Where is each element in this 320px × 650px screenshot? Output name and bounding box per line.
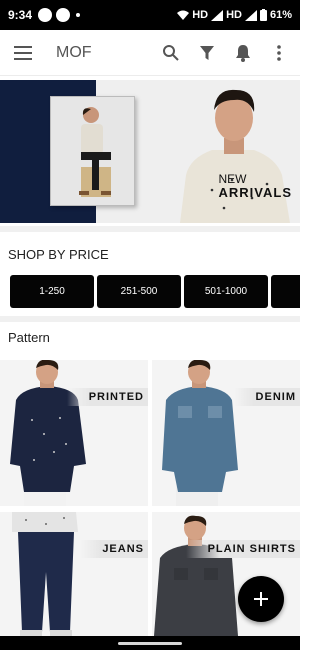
divider <box>0 226 300 232</box>
app-notification-icon <box>38 8 53 22</box>
pattern-tile-plain-shirts[interactable]: PLAIN SHIRTS <box>152 512 300 636</box>
tile-label: JEANS <box>80 540 148 558</box>
shop-by-price-title: SHOP BY PRICE <box>8 247 109 262</box>
price-range-button[interactable]: 251-500 <box>97 275 181 308</box>
promo-banner[interactable]: NEW ARRIVALS <box>0 80 300 223</box>
app-notification-icon-2 <box>56 8 71 22</box>
banner-photo-card <box>50 96 135 206</box>
price-range-button[interactable]: 1-250 <box>10 275 94 308</box>
model-portrait-image <box>180 89 290 223</box>
more-notifications-dot-icon <box>76 13 81 17</box>
filter-icon[interactable] <box>196 42 218 64</box>
model-printed-image <box>10 360 86 506</box>
app-title: MOF <box>56 43 92 61</box>
tile-label: PRINTED <box>66 388 148 406</box>
system-nav-bar <box>0 636 300 650</box>
wifi-icon <box>177 10 190 20</box>
plus-icon <box>254 592 268 606</box>
signal-icon-2 <box>244 9 257 21</box>
menu-icon[interactable] <box>14 45 32 60</box>
model-plain-shirt-image <box>154 515 238 636</box>
signal-icon <box>211 9 224 21</box>
banner-line1: NEW <box>218 172 247 186</box>
pattern-tile-printed[interactable]: PRINTED <box>0 360 148 506</box>
battery-icon <box>259 9 267 21</box>
banner-text: NEW ARRIVALS <box>219 172 292 200</box>
bell-icon[interactable] <box>232 42 254 64</box>
tile-label: DENIM <box>233 388 300 406</box>
price-range-row: 1-250 251-500 501-1000 10 <box>0 270 300 312</box>
pattern-tile-jeans[interactable]: JEANS <box>0 512 148 636</box>
search-icon[interactable] <box>160 42 182 64</box>
more-vert-icon[interactable] <box>268 42 290 64</box>
home-gesture-pill[interactable] <box>118 642 182 645</box>
seated-model-image <box>79 107 111 197</box>
divider <box>0 316 300 322</box>
pattern-title: Pattern <box>8 330 50 345</box>
status-bar: 9:34 HD HD 61% <box>0 0 300 30</box>
network-label: HD <box>192 9 209 21</box>
status-right: HD HD 61% <box>177 9 292 21</box>
banner-line2: ARRIVALS <box>218 185 292 200</box>
app-bar: MOF <box>0 30 300 76</box>
model-denim-image <box>162 360 238 506</box>
status-time: 9:34 <box>8 8 33 22</box>
add-fab-button[interactable] <box>238 576 284 622</box>
pattern-tile-denim[interactable]: DENIM <box>152 360 300 506</box>
model-jeans-image <box>12 512 78 636</box>
network-label-2: HD <box>226 9 242 21</box>
price-range-button[interactable]: 501-1000 <box>184 275 268 308</box>
price-range-button[interactable]: 10 <box>271 275 300 308</box>
tile-label: PLAIN SHIRTS <box>185 540 300 558</box>
battery-percent: 61% <box>269 9 292 21</box>
